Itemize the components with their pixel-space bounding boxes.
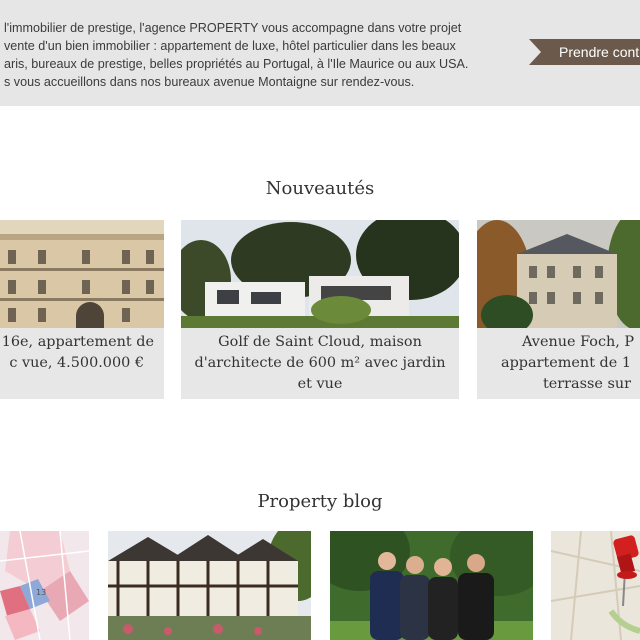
property-caption: Golf de Saint Cloud, maison d'architecte… bbox=[181, 328, 459, 399]
map-label: 13 bbox=[36, 588, 46, 597]
contact-button[interactable]: Prendre cont bbox=[529, 39, 640, 65]
property-caption: Avenue Foch, P appartement de 1 terrasse… bbox=[477, 328, 640, 399]
property-photo bbox=[477, 220, 640, 328]
blog-section-title: Property blog bbox=[257, 491, 383, 512]
news-section-title: Nouveautés bbox=[265, 178, 375, 199]
property-card[interactable]: Avenue Foch, P appartement de 1 terrasse… bbox=[477, 220, 640, 399]
intro-line: aris, bureaux de prestige, belles propri… bbox=[4, 57, 469, 71]
blog-tile-map-pin[interactable] bbox=[551, 531, 640, 640]
intro-line: l'immobilier de prestige, l'agence PROPE… bbox=[4, 21, 462, 35]
property-caption: 16e, appartement de c vue, 4.500.000 € bbox=[0, 328, 164, 399]
caption-line: 16e, appartement de bbox=[1, 334, 154, 350]
caption-line: terrasse sur bbox=[543, 376, 632, 392]
intro-text: l'immobilier de prestige, l'agence PROPE… bbox=[4, 19, 484, 91]
blog-tile-building[interactable] bbox=[108, 531, 311, 640]
caption-line: d'architecte de 600 m² avec jardin bbox=[194, 355, 446, 371]
intro-banner: l'immobilier de prestige, l'agence PROPE… bbox=[0, 0, 640, 106]
property-photo bbox=[181, 220, 459, 328]
property-photo bbox=[0, 220, 164, 328]
caption-line: Golf de Saint Cloud, maison bbox=[218, 334, 422, 350]
intro-line: s vous accueillons dans nos bureaux aven… bbox=[4, 75, 415, 89]
property-card[interactable]: Golf de Saint Cloud, maison d'architecte… bbox=[181, 220, 459, 399]
caption-line: appartement de 1 bbox=[501, 355, 632, 371]
caption-line: et vue bbox=[297, 376, 343, 392]
intro-line: vente d'un bien immobilier : appartement… bbox=[4, 39, 456, 53]
blog-tile-map[interactable]: 13 bbox=[0, 531, 89, 640]
blog-tile-group-photo[interactable] bbox=[330, 531, 533, 640]
caption-line: c vue, 4.500.000 € bbox=[9, 355, 144, 371]
property-card[interactable]: 16e, appartement de c vue, 4.500.000 € bbox=[0, 220, 164, 399]
caption-line: Avenue Foch, P bbox=[522, 334, 635, 350]
